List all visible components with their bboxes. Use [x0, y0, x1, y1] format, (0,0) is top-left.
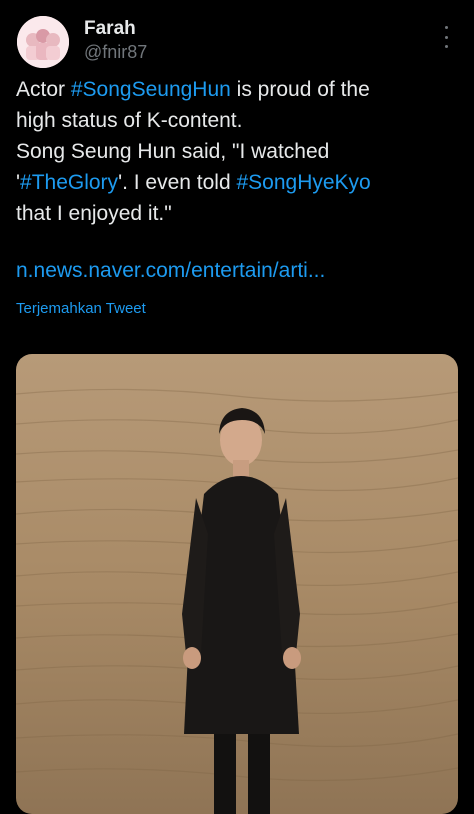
- tweet-text: Actor #SongSeungHun is proud of the high …: [16, 74, 464, 229]
- avatar-image: [17, 16, 69, 68]
- tweet-text-segment: Song Seung Hun said, "I watched: [16, 140, 330, 163]
- tweet-text-segment: is proud of the: [230, 78, 370, 101]
- more-vertical-icon[interactable]: [440, 26, 452, 48]
- avatar[interactable]: [17, 16, 69, 68]
- tweet-text-segment: Actor: [16, 78, 71, 101]
- tweet-link[interactable]: n.news.naver.com/entertain/arti...: [16, 259, 325, 283]
- tweet-text-line: high status of K-content.: [16, 105, 464, 136]
- tweet-text-segment: '. I even told: [118, 171, 237, 194]
- tweet-text-line: Song Seung Hun said, "I watched: [16, 136, 464, 167]
- tweet-text-line: Actor #SongSeungHun is proud of the: [16, 74, 464, 105]
- hashtag-link[interactable]: #SongSeungHun: [71, 78, 231, 101]
- tweet-text-line: that I enjoyed it.": [16, 198, 464, 229]
- translate-tweet-link[interactable]: Terjemahkan Tweet: [16, 300, 146, 317]
- photo-image: [16, 354, 458, 814]
- tweet-text-segment: that I enjoyed it.": [16, 202, 172, 225]
- author-handle[interactable]: @fnir87: [84, 42, 147, 63]
- hashtag-link[interactable]: #TheGlory: [20, 171, 118, 194]
- hashtag-link[interactable]: #SongHyeKyo: [236, 171, 370, 194]
- author-name[interactable]: Farah: [84, 18, 136, 40]
- tweet-text-segment: high status of K-content.: [16, 109, 243, 132]
- tweet-photo[interactable]: [16, 354, 458, 814]
- tweet-text-line: '#TheGlory'. I even told #SongHyeKyo: [16, 167, 464, 198]
